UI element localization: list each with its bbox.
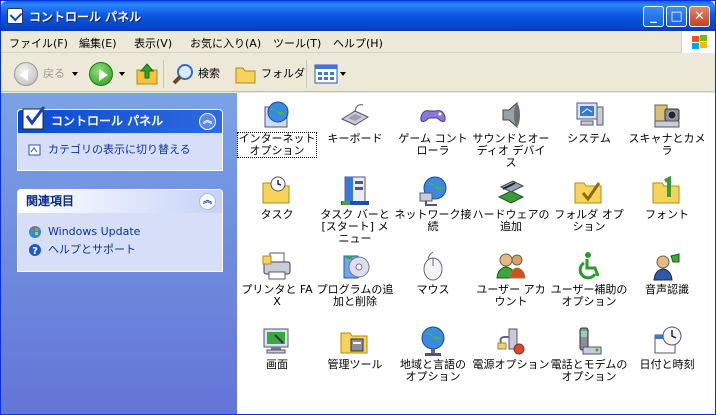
window-title: コントロール パネル <box>29 10 142 24</box>
windows-update-link[interactable]: Windows Update <box>26 223 214 241</box>
menu-edit[interactable]: 編集(E) <box>79 35 117 51</box>
task-folder-icon <box>262 176 290 204</box>
search-label[interactable]: 検索 <box>198 62 220 86</box>
item-game-controllers[interactable]: ゲーム コントローラ <box>394 97 472 169</box>
close-button[interactable]: ✕ <box>689 6 710 27</box>
item-phone-modem[interactable]: 電話とモデムの オプション <box>550 323 628 395</box>
related-topics-title: 関連項目 <box>26 194 75 208</box>
back-dropdown-icon[interactable] <box>72 72 78 76</box>
menu-file[interactable]: ファイル(F) <box>9 35 68 51</box>
display-icon <box>263 328 289 354</box>
keyboard-icon <box>340 104 370 126</box>
item-power-options[interactable]: 電源オプション <box>472 323 550 395</box>
speech-icon <box>653 253 680 281</box>
item-network-connections[interactable]: ネットワーク接続 <box>394 173 472 245</box>
toolbar-separator <box>163 60 164 88</box>
item-printers-fax[interactable]: プリンタと FAX <box>238 248 316 320</box>
toolbar: 戻る 検索 フォルダ <box>1 54 715 92</box>
back-label: 戻る <box>43 67 65 80</box>
item-taskbar-start-menu[interactable]: タスク バーと [スタート] メニュー <box>316 173 394 245</box>
globe-regional-icon <box>421 326 445 356</box>
toolbar-separator <box>306 60 307 88</box>
related-topics-pane-header[interactable]: 関連項目 ︽ <box>18 190 222 213</box>
control-panel-pane: コントロール パネル ︽ カテゴリの表示に切り替える <box>17 106 223 171</box>
computer-icon <box>576 102 604 126</box>
windows-logo-icon <box>681 31 715 53</box>
programs-icon <box>343 255 370 279</box>
back-button[interactable] <box>14 62 38 86</box>
folders-icon[interactable] <box>234 63 258 85</box>
item-system[interactable]: システム <box>550 97 628 169</box>
speaker-icon <box>502 101 520 129</box>
control-panel-pane-title: コントロール パネル <box>51 114 164 128</box>
control-panel-items: インターネット オプション キーボード ゲーム コントローラ サウンドとオーディ… <box>237 93 715 414</box>
printer-icon <box>262 252 291 280</box>
scanner-icon <box>654 104 680 128</box>
item-add-hardware[interactable]: ハードウェアの追加 <box>472 173 550 245</box>
fonts-folder-icon <box>652 175 680 204</box>
maximize-button[interactable]: □ <box>666 6 687 27</box>
admin-tools-icon <box>340 332 368 354</box>
menu-view[interactable]: 表示(V) <box>134 35 172 51</box>
forward-dropdown-icon[interactable] <box>119 72 125 76</box>
item-internet-options[interactable]: インターネット オプション <box>237 97 317 169</box>
globe-icon <box>264 101 289 128</box>
accessibility-icon <box>578 252 600 280</box>
views-icon[interactable] <box>314 63 338 85</box>
power-icon <box>497 328 525 355</box>
item-display[interactable]: 画面 <box>238 323 316 395</box>
control-panel-window: コントロール パネル _ □ ✕ ファイル(F) 編集(E) 表示(V) お気に… <box>0 0 716 415</box>
item-folder-options[interactable]: フォルダ オプション <box>550 173 628 245</box>
item-add-remove-programs[interactable]: プログラムの追加と削除 <box>316 248 394 320</box>
back-arrow-icon <box>19 69 28 81</box>
folder-options-icon <box>574 182 602 204</box>
collapse-chevron-icon[interactable]: ︽ <box>199 113 216 130</box>
item-speech[interactable]: 音声認識 <box>628 248 706 320</box>
network-icon <box>419 176 447 206</box>
item-administrative-tools[interactable]: 管理ツール <box>316 323 394 395</box>
windows-update-icon <box>29 226 41 238</box>
item-user-accounts[interactable]: ユーザー アカウント <box>472 248 550 320</box>
folders-label[interactable]: フォルダ <box>261 62 305 86</box>
views-dropdown-icon[interactable] <box>340 72 346 76</box>
item-regional-language[interactable]: 地域と言語の オプション <box>394 323 472 395</box>
users-icon <box>496 253 526 279</box>
item-keyboard[interactable]: キーボード <box>316 97 394 169</box>
item-scheduled-tasks[interactable]: タスク <box>238 173 316 245</box>
menu-help[interactable]: ヘルプ(H) <box>333 35 383 51</box>
up-folder-icon[interactable] <box>135 62 159 86</box>
related-topics-pane: 関連項目 ︽ Windows Update ? ヘルプとサポート <box>17 189 223 272</box>
menu-bar: ファイル(F) 編集(E) 表示(V) お気に入り(A) ツール(T) ヘルプ(… <box>1 31 715 53</box>
control-panel-icon <box>22 106 46 130</box>
collapse-chevron-icon[interactable]: ︽ <box>199 193 216 210</box>
search-icon[interactable] <box>171 62 195 86</box>
svg-text:?: ? <box>32 246 38 257</box>
item-accessibility-options[interactable]: ユーザー補助の オプション <box>550 248 628 320</box>
title-bar[interactable]: コントロール パネル _ □ ✕ <box>1 1 715 31</box>
task-pane: コントロール パネル ︽ カテゴリの表示に切り替える 関連項目 ︽ Window… <box>1 93 237 414</box>
help-icon: ? <box>29 244 41 257</box>
clock-icon <box>654 326 682 354</box>
mouse-icon <box>423 251 443 281</box>
gamepad-icon <box>420 110 446 122</box>
switch-to-category-view-link[interactable]: カテゴリの表示に切り替える <box>26 141 214 159</box>
item-sounds-audio[interactable]: サウンドとオーディオ デバイス <box>472 97 550 169</box>
menu-tools[interactable]: ツール(T) <box>273 35 321 51</box>
item-mouse[interactable]: マウス <box>394 248 472 320</box>
control-panel-icon <box>7 8 23 24</box>
item-date-time[interactable]: 日付と時刻 <box>628 323 706 395</box>
category-view-icon <box>28 144 41 156</box>
minimize-button[interactable]: _ <box>643 6 664 27</box>
control-panel-pane-header[interactable]: コントロール パネル ︽ <box>18 106 222 133</box>
forward-arrow-icon <box>99 69 108 81</box>
phone-modem-icon <box>579 327 602 355</box>
item-fonts[interactable]: フォント <box>628 173 706 245</box>
item-scanners-cameras[interactable]: スキャナとカメラ <box>628 97 706 169</box>
menu-favorites[interactable]: お気に入り(A) <box>190 35 261 51</box>
help-and-support-link[interactable]: ? ヘルプとサポート <box>26 241 214 259</box>
taskbar-icon <box>341 176 369 205</box>
forward-button[interactable] <box>89 62 113 86</box>
hardware-icon <box>497 180 525 204</box>
